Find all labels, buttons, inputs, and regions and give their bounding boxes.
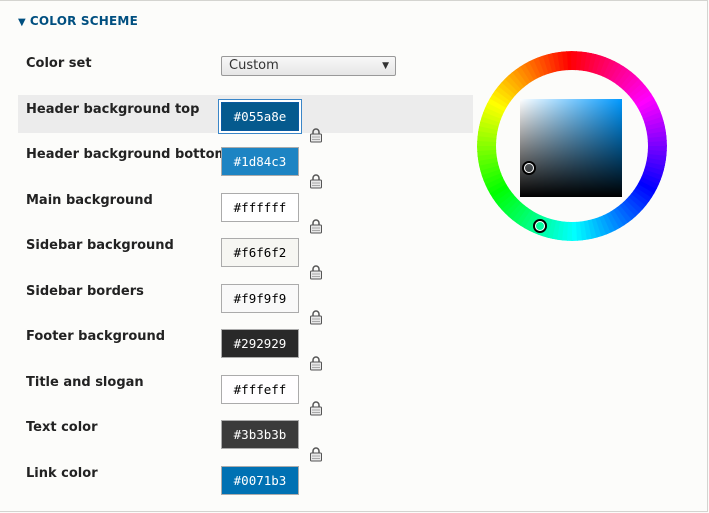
color-set-label: Color set — [26, 56, 92, 71]
field-label-header-top: Header background top — [26, 102, 200, 117]
saturation-value-square[interactable] — [520, 99, 622, 197]
lock-icon[interactable] — [309, 400, 323, 416]
color-input-link-color[interactable]: #0071b3 — [221, 466, 299, 495]
field-label-main-background: Main background — [26, 193, 153, 208]
color-input-sidebar-background[interactable]: #f6f6f2 — [221, 238, 299, 267]
field-label-text-color: Text color — [26, 420, 98, 435]
lock-icon[interactable] — [309, 173, 323, 189]
color-input-header-top[interactable]: #055a8e — [219, 100, 301, 133]
field-label-sidebar-borders: Sidebar borders — [26, 284, 144, 299]
color-scheme-toggle[interactable]: ▼ COLOR SCHEME — [18, 14, 138, 28]
lock-icon[interactable] — [309, 264, 323, 280]
dropdown-arrow-icon: ▼ — [382, 61, 389, 71]
field-label-title-slogan: Title and slogan — [26, 375, 144, 390]
lock-icon[interactable] — [309, 446, 323, 462]
field-label-header-bottom: Header background bottom — [26, 147, 229, 162]
color-input-text-color[interactable]: #3b3b3b — [221, 420, 299, 449]
field-label-footer-background: Footer background — [26, 329, 166, 344]
section-title: COLOR SCHEME — [29, 14, 138, 28]
lock-icon[interactable] — [309, 309, 323, 325]
triangle-down-icon: ▼ — [18, 17, 26, 28]
lock-icon[interactable] — [309, 355, 323, 371]
field-label-link-color: Link color — [26, 466, 98, 481]
color-picker[interactable] — [477, 51, 667, 241]
color-input-title-slogan[interactable]: #fffeff — [221, 375, 299, 404]
lock-icon[interactable] — [309, 127, 323, 143]
color-input-main-background[interactable]: #ffffff — [221, 193, 299, 222]
color-input-footer-background[interactable]: #292929 — [221, 329, 299, 358]
color-input-sidebar-borders[interactable]: #f9f9f9 — [221, 284, 299, 313]
color-set-value: Custom — [229, 58, 279, 73]
color-set-select[interactable]: Custom ▼ — [221, 56, 396, 76]
color-input-header-bottom[interactable]: #1d84c3 — [221, 147, 299, 176]
lock-icon[interactable] — [309, 218, 323, 234]
field-label-sidebar-background: Sidebar background — [26, 238, 174, 253]
